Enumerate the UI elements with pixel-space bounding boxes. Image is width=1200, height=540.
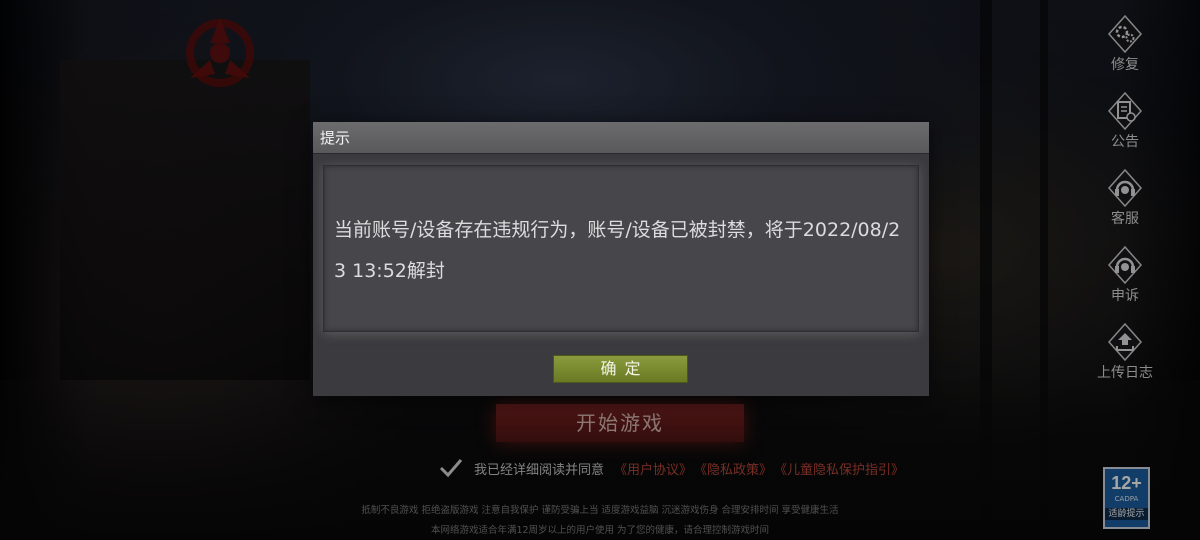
game-login-screen: 开始游戏 我已经详细阅读并同意 《用户协议》 《隐私政策》 《儿童隐私保护指引》… (0, 0, 1200, 540)
confirm-button[interactable]: 确定 (553, 355, 688, 383)
dialog-header: 提示 (313, 122, 929, 154)
dialog-body: 当前账号/设备存在违规行为，账号/设备已被封禁，将于2022/08/23 13:… (323, 165, 919, 332)
ban-notice-dialog: 提示 当前账号/设备存在违规行为，账号/设备已被封禁，将于2022/08/23 … (313, 122, 929, 396)
dialog-title: 提示 (320, 129, 351, 147)
confirm-label: 确定 (600, 359, 649, 378)
dialog-message: 当前账号/设备存在违规行为，账号/设备已被封禁，将于2022/08/23 13:… (334, 219, 901, 282)
